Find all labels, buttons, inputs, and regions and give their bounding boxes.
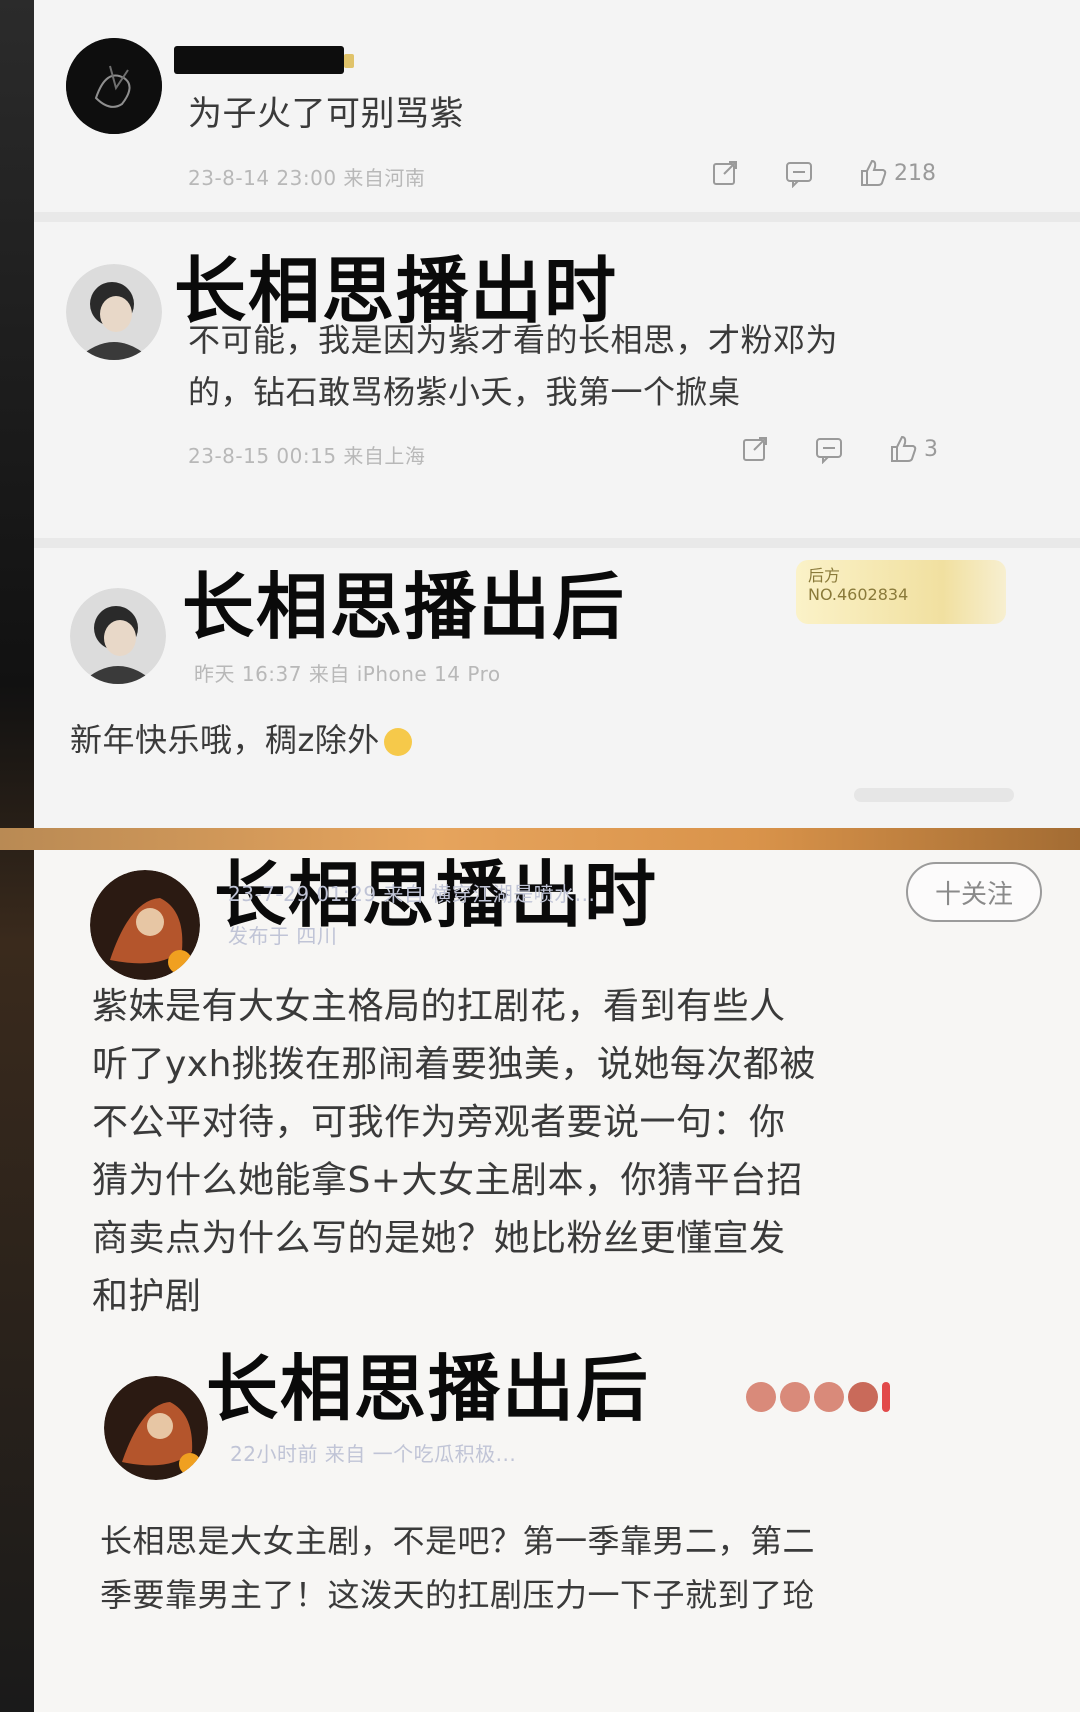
- comment-actions: 218: [710, 158, 936, 188]
- medal-icon: [848, 1382, 878, 1412]
- post-location: 发布于 四川: [228, 924, 338, 948]
- reply-body-line: 长相思是大女主剧，不是吧？第一季靠男二，第二: [100, 1522, 816, 1560]
- comment-text-line: 不可能，我是因为紫才看的长相思，才粉邓为: [188, 321, 839, 359]
- like-button[interactable]: 3: [888, 434, 938, 464]
- avatar[interactable]: [70, 588, 166, 684]
- post-meta: 23-7-29 01:29 来自 横穿江湖是喷水...: [228, 882, 596, 906]
- overlay-caption: 长相思播出后: [182, 565, 627, 649]
- emoji-icon: [383, 728, 412, 756]
- medal-icon: [882, 1382, 890, 1412]
- comment-item-3: 长相思播出后 后方 NO.4602834 昨天 16:37 来自 iPhone …: [34, 548, 1080, 828]
- comment-text: 为子火了可别骂紫: [188, 94, 464, 134]
- comment-item-2: 长相思播出时 不可能，我是因为紫才看的长相思，才粉邓为 的，钻石敢骂杨紫小夭，我…: [34, 222, 1080, 492]
- post-item: 长相思播出时 十关注 23-7-29 01:29 来自 横穿江湖是喷水... 发…: [34, 850, 1080, 1330]
- fan-medals: [746, 1382, 890, 1412]
- reply-item: 长相思播出后 22小时前 来自 一个吃瓜积极... 长相思是大女主剧，不是吧？第…: [34, 1330, 1080, 1712]
- avatar-image-icon: [66, 38, 162, 134]
- share-button[interactable]: [710, 158, 740, 188]
- share-icon: [713, 161, 737, 185]
- comment-meta: 23-8-14 23:00 来自河南: [188, 166, 426, 190]
- comment-actions: 3: [740, 434, 938, 464]
- share-icon: [743, 437, 767, 461]
- username-redacted[interactable]: [174, 46, 354, 74]
- like-count: 3: [924, 436, 938, 462]
- left-edge-background: [0, 0, 34, 1712]
- avatar-image-icon: [90, 870, 200, 980]
- avatar[interactable]: [90, 870, 200, 980]
- follow-button[interactable]: 十关注: [906, 862, 1042, 922]
- comment-meta: 23-8-15 00:15 来自上海: [188, 444, 426, 468]
- comment-text: 新年快乐哦，稠z除外: [70, 716, 412, 766]
- avatar[interactable]: [104, 1376, 208, 1480]
- like-button[interactable]: 218: [858, 158, 936, 188]
- share-button[interactable]: [740, 434, 770, 464]
- like-count: 218: [894, 160, 936, 186]
- thumbs-up-icon: [861, 159, 887, 186]
- comment-text-line: 的，钻石敢骂杨紫小夭，我第一个掀桌: [188, 373, 741, 411]
- avatar[interactable]: [66, 264, 162, 360]
- comment-item-1: 为子火了可别骂紫 23-8-14 23:00 来自河南 218: [34, 0, 1080, 210]
- post-body-line: 不公平对待，可我作为旁观者要说一句：你: [92, 1102, 786, 1143]
- avatar-image-icon: [66, 264, 162, 360]
- divider: [34, 538, 1080, 548]
- badge-number: NO.4602834: [808, 585, 909, 605]
- post-body-line: 和护剧: [92, 1276, 202, 1317]
- post-body-line: 猜为什么她能拿S+大女主剧本，你猜平台招: [92, 1160, 804, 1201]
- comment-text-content: 新年快乐哦，稠z除外: [70, 721, 380, 759]
- post-body-line: 听了yxh挑拨在那闹着要独美，说她每次都被: [92, 1044, 816, 1085]
- comment-meta: 昨天 16:37 来自 iPhone 14 Pro: [194, 662, 501, 686]
- watermark-faint: [854, 788, 1014, 802]
- comment-button[interactable]: [814, 434, 844, 464]
- post-panel-bottom: 长相思播出时 十关注 23-7-29 01:29 来自 横穿江湖是喷水... 发…: [34, 850, 1080, 1712]
- badge-label: 后方: [808, 566, 841, 585]
- avatar[interactable]: [66, 38, 162, 134]
- medal-icon: [780, 1382, 810, 1412]
- thumbs-up-icon: [891, 435, 917, 462]
- warm-separator-band: [0, 828, 1080, 850]
- comment-button[interactable]: [784, 158, 814, 188]
- overlay-caption: 长相思播出后: [206, 1347, 651, 1431]
- reply-meta: 22小时前 来自 一个吃瓜积极...: [230, 1442, 517, 1466]
- comment-icon: [816, 438, 842, 464]
- post-body-line: 商卖点为什么写的是她？她比粉丝更懂宣发: [92, 1218, 786, 1259]
- reply-body: 长相思是大女主剧，不是吧？第一季靠男二，第二 季要靠男主了！这泼天的扛剧压力一下…: [100, 1514, 1060, 1622]
- medal-icon: [746, 1382, 776, 1412]
- comment-panel-top: 为子火了可别骂紫 23-8-14 23:00 来自河南 218 长相思播出时 不…: [34, 0, 1080, 828]
- comment-icon: [786, 162, 812, 188]
- medal-icon: [814, 1382, 844, 1412]
- avatar-image-icon: [70, 588, 166, 684]
- divider: [34, 212, 1080, 222]
- post-body: 紫妹是有大女主格局的扛剧花，看到有些人 听了yxh挑拨在那闹着要独美，说她每次都…: [92, 978, 1052, 1326]
- fan-badge: 后方 NO.4602834: [796, 560, 1006, 624]
- post-body-line: 紫妹是有大女主格局的扛剧花，看到有些人: [92, 986, 786, 1027]
- avatar-image-icon: [104, 1376, 208, 1480]
- reply-body-line: 季要靠男主了！这泼天的扛剧压力一下子就到了玱: [100, 1576, 816, 1614]
